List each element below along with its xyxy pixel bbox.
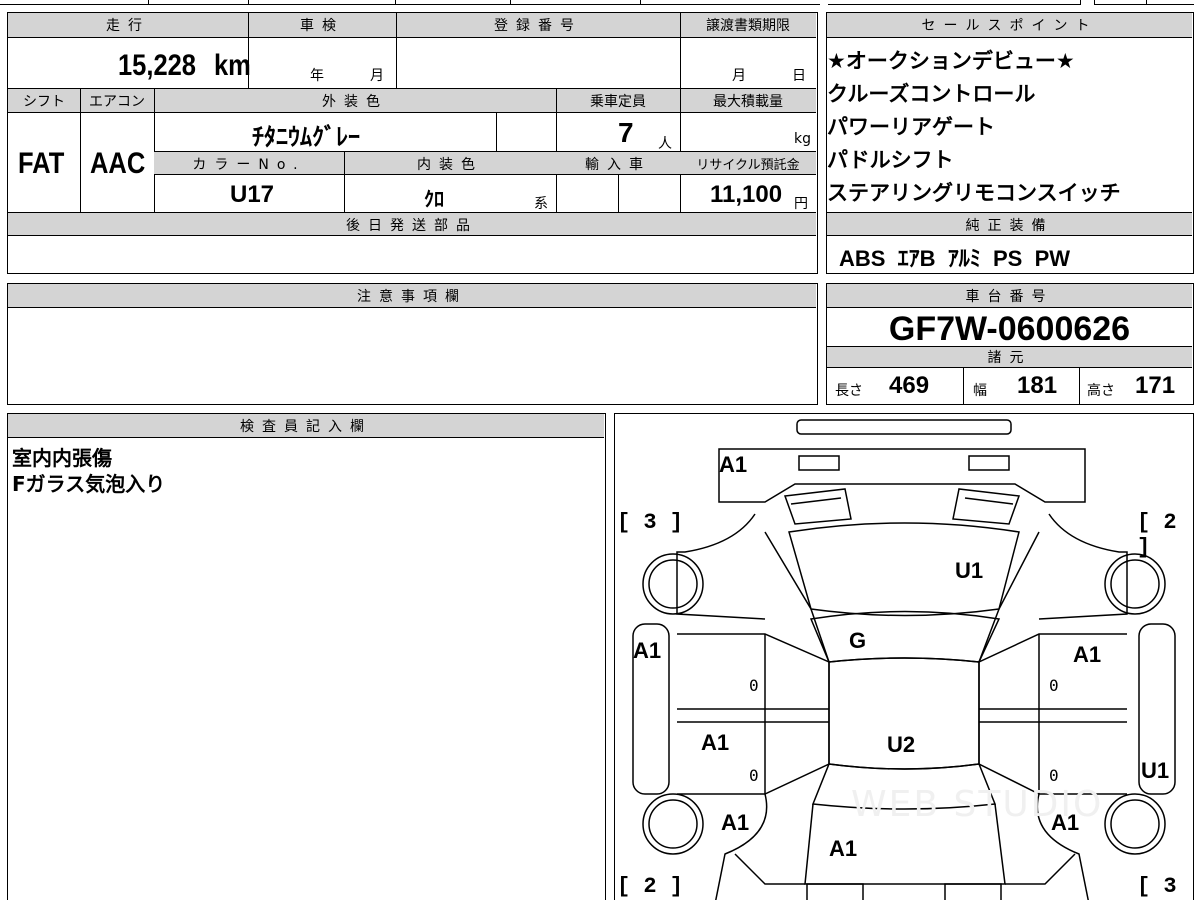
zero-right-front: 0 <box>1049 676 1059 695</box>
inspector-line-2: Fガラス気泡入り <box>12 472 166 496</box>
sales-point-3: パワーリアゲート <box>827 115 995 139</box>
height-value: 171 <box>1135 372 1176 399</box>
aircon-label: エアコン <box>89 94 145 110</box>
shift-value: FAT <box>18 147 65 180</box>
exterior-label: 外装色 <box>322 94 388 110</box>
sales-point-2: クルーズコントロール <box>827 82 1036 106</box>
mark-rear: A1 <box>829 836 858 861</box>
exterior-value: ﾁﾀﾆｳﾑｸﾞﾚｰ <box>252 123 360 151</box>
height-label: 高さ <box>1087 383 1115 399</box>
bracket-top-right: [ 2 ] <box>1137 510 1177 560</box>
specs-label: 諸元 <box>987 350 1032 366</box>
sales-point-5: ステアリングリモコンスイッチ <box>827 181 1121 205</box>
capacity-unit: 人 <box>658 136 672 152</box>
car-outline <box>632 419 1176 900</box>
inspector-line-1: 室内内張傷 <box>12 446 112 470</box>
chassis-value: GF7W-0600626 <box>888 310 1131 348</box>
sales-point-4: パドルシフト <box>827 148 954 172</box>
inspection-year-unit: 年 <box>310 68 324 84</box>
equipment-value: ABS ｴｱB ｱﾙﾐ PS PW <box>839 246 1071 271</box>
transfer-day-unit: 日 <box>792 68 806 84</box>
transfer-label: 譲渡書類期限 <box>706 18 790 34</box>
inspection-month-unit: 月 <box>370 68 384 84</box>
mileage-value: 15,228 <box>118 49 197 82</box>
mark-right-rear-door: U1 <box>1141 758 1170 783</box>
color-no-value: U17 <box>230 181 275 208</box>
inspection-label: 車検 <box>300 18 344 34</box>
bracket-bottom-left: [ 2 ] <box>617 874 684 899</box>
aircon-value: AAC <box>90 147 146 180</box>
mark-right-front-door: A1 <box>1073 642 1102 667</box>
mark-front: A1 <box>719 452 748 477</box>
max-load-unit: kg <box>794 131 811 147</box>
length-value: 469 <box>889 372 930 399</box>
bracket-bottom-right: [ 3 ] <box>1137 874 1177 900</box>
recycle-unit: 円 <box>794 196 808 212</box>
mark-left-rear-door: A1 <box>701 730 730 755</box>
top-partial-row <box>0 0 1200 7</box>
capacity-value: 7 <box>618 117 634 148</box>
capacity-label: 乗車定員 <box>590 94 646 110</box>
notes-label: 注意事項欄 <box>357 289 467 305</box>
mark-left-front-door: A1 <box>633 638 662 663</box>
sales-points-box: セールスポイント ★オークションデビュー★ クルーズコントロール パワーリアゲー… <box>826 12 1194 274</box>
max-load-label: 最大積載量 <box>713 94 783 110</box>
inspector-label: 検査員記入欄 <box>240 419 372 435</box>
color-no-label: カラーNo. <box>192 157 306 173</box>
bracket-top-left: [ 3 ] <box>617 510 684 535</box>
recycle-label: リサイクル預託金 <box>696 158 800 173</box>
zero-left-front: 0 <box>749 676 759 695</box>
mark-right-rear-fender: A1 <box>1051 810 1080 835</box>
width-label: 幅 <box>973 383 987 399</box>
import-label: 輸入車 <box>585 157 651 173</box>
interior-value: ｸﾛ <box>424 187 444 211</box>
sales-point-1: ★オークションデビュー★ <box>827 49 1075 73</box>
mark-windshield: G <box>849 628 867 653</box>
mileage-label: 走行 <box>106 18 150 34</box>
mark-left-rear-fender: A1 <box>721 810 750 835</box>
interior-unit: 系 <box>534 196 548 212</box>
vehicle-info-table: 走行 車検 登録番号 譲渡書類期限 15,228 km 年 月 月 日 シフト … <box>7 12 818 274</box>
mileage-unit: km <box>214 49 251 82</box>
mark-bonnet: U1 <box>955 558 984 583</box>
later-parts-label: 後日発送部品 <box>346 218 478 234</box>
equipment-label: 純正装備 <box>965 218 1054 234</box>
length-label: 長さ <box>835 383 863 399</box>
inspector-box: 検査員記入欄 室内内張傷 Fガラス気泡入り <box>7 413 606 900</box>
chassis-box: 車台番号 GF7W-0600626 諸元 長さ 469 幅 181 高さ 171 <box>826 283 1194 405</box>
car-diagram-box: WEB STUDIO [ 3 ] [ 2 ] [ 2 ] [ 3 ] A1 U1… <box>614 413 1194 900</box>
width-value: 181 <box>1017 372 1058 399</box>
zero-left-rear: 0 <box>749 766 759 785</box>
registration-label: 登録番号 <box>494 18 582 34</box>
mark-roof: U2 <box>887 732 916 757</box>
chassis-label: 車台番号 <box>965 289 1054 305</box>
zero-right-rear: 0 <box>1049 766 1059 785</box>
shift-label: シフト <box>23 94 65 110</box>
transfer-month-unit: 月 <box>732 68 746 84</box>
interior-label: 内装色 <box>417 157 483 173</box>
sales-points-label: セールスポイント <box>921 18 1098 34</box>
notes-box: 注意事項欄 <box>7 283 818 405</box>
recycle-value: 11,100 <box>710 181 783 208</box>
